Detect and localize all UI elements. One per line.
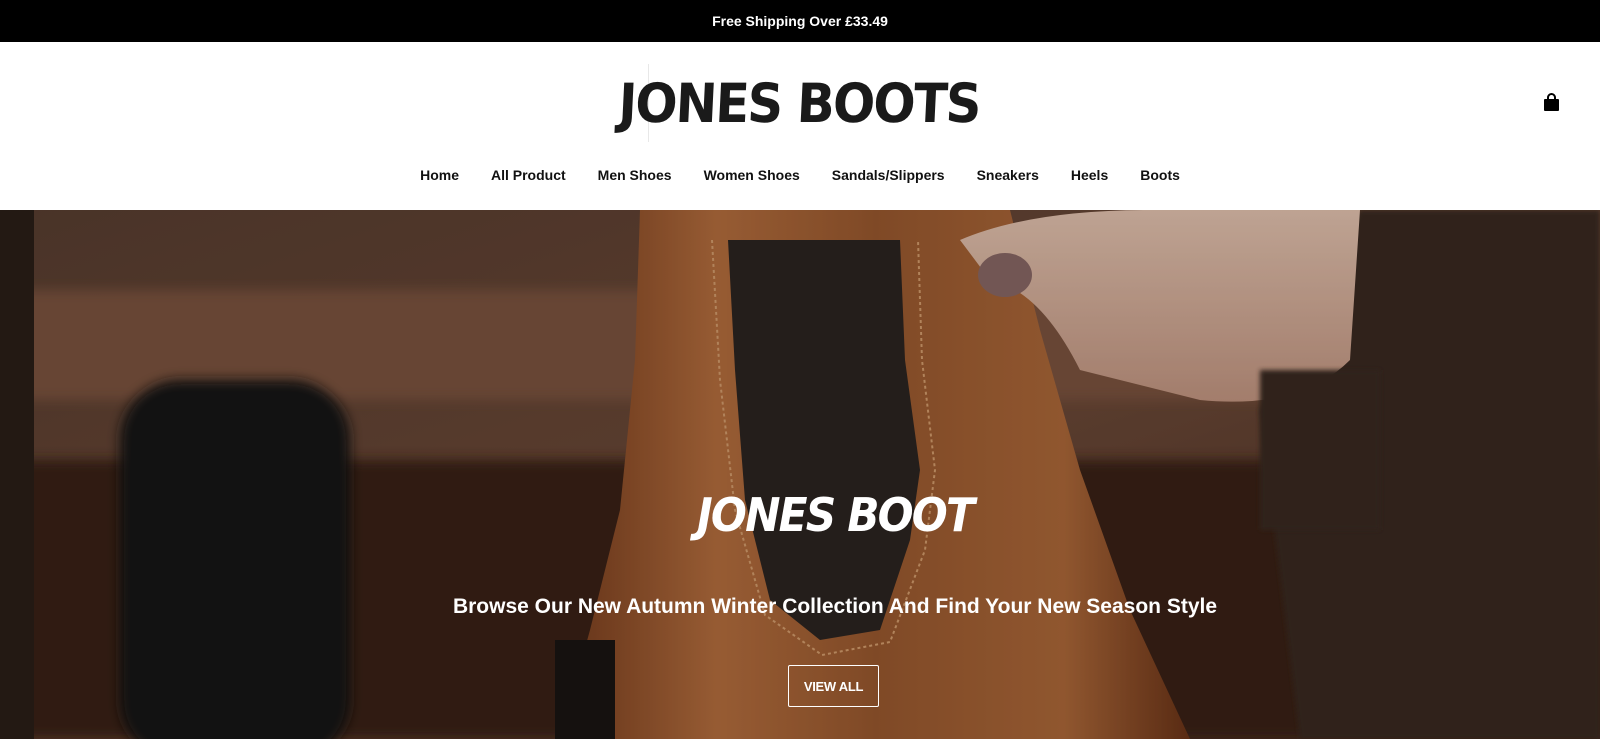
nav-all-product[interactable]: All Product	[491, 167, 566, 183]
nav-boots[interactable]: Boots	[1140, 167, 1180, 183]
hero-title: JONES BOOT	[697, 488, 975, 542]
hero-banner: JONES BOOT Browse Our New Autumn Winter …	[0, 210, 1600, 739]
nav-sandals-slippers[interactable]: Sandals/Slippers	[832, 167, 945, 183]
cart-button[interactable]	[1540, 91, 1562, 113]
announcement-bar: Free Shipping Over £33.49	[0, 0, 1600, 42]
site-header: JONES BOOTS Home All Product Men Shoes W…	[0, 42, 1600, 210]
nav-sneakers[interactable]: Sneakers	[977, 167, 1039, 183]
nav-home[interactable]: Home	[420, 167, 459, 183]
logo: JONES BOOTS	[617, 71, 982, 135]
nav-heels[interactable]: Heels	[1071, 167, 1108, 183]
nav-women-shoes[interactable]: Women Shoes	[704, 167, 800, 183]
hero-subtitle: Browse Our New Autumn Winter Collection …	[452, 595, 1218, 618]
shopping-bag-icon	[1543, 92, 1559, 111]
main-nav: Home All Product Men Shoes Women Shoes S…	[0, 160, 1600, 190]
announcement-text: Free Shipping Over £33.49	[712, 13, 888, 29]
hero-overlay	[0, 210, 1600, 739]
logo-link[interactable]: JONES BOOTS	[617, 64, 982, 142]
view-all-button[interactable]: VIEW ALL	[788, 665, 879, 707]
nav-men-shoes[interactable]: Men Shoes	[598, 167, 672, 183]
